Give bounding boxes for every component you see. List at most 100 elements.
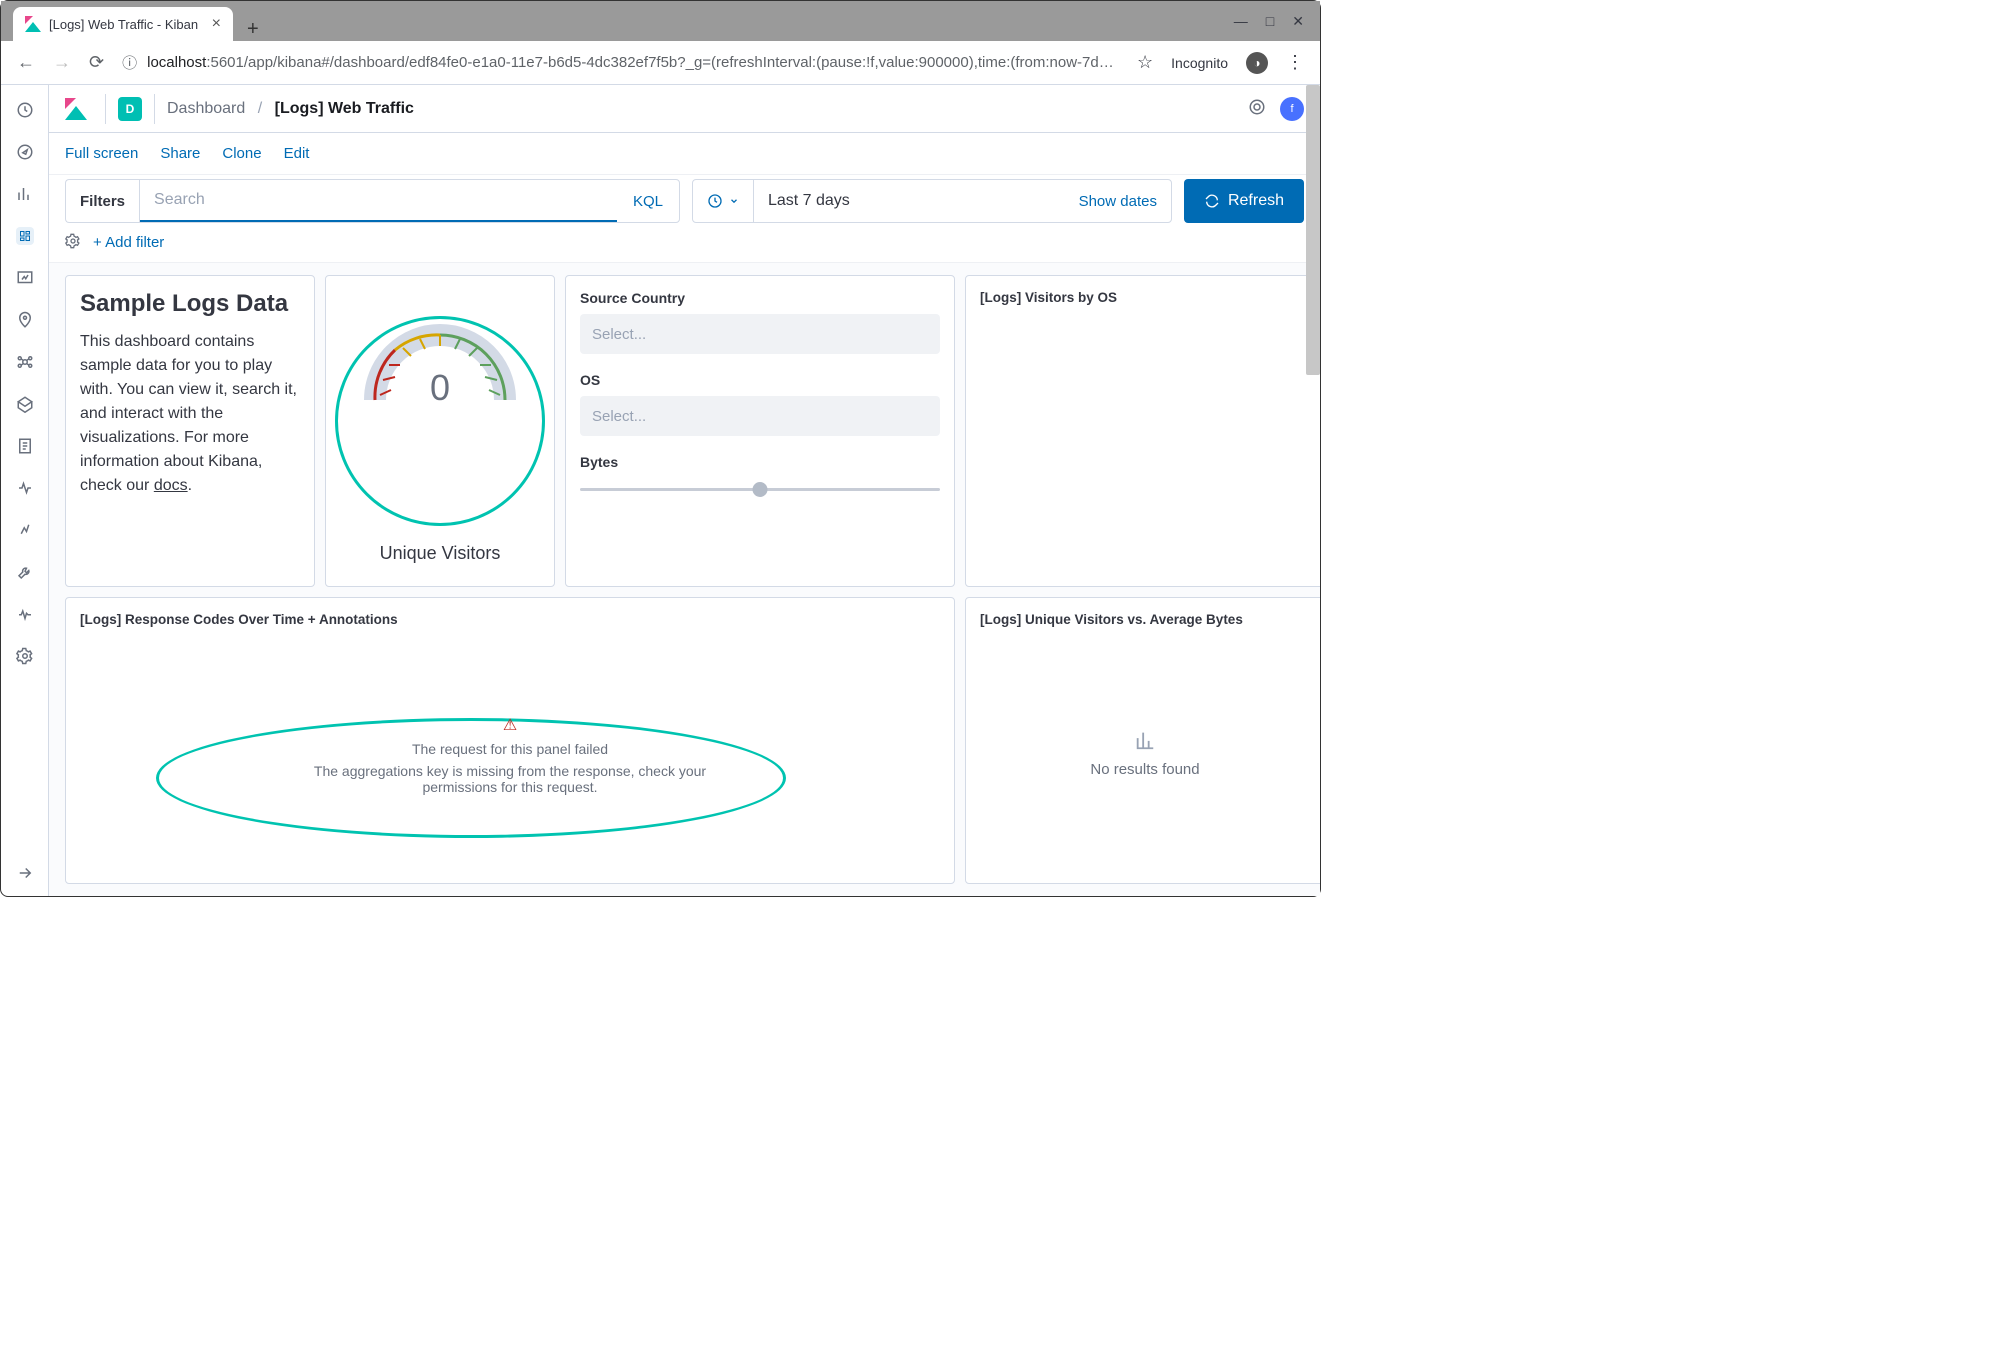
- no-results-text: No results found: [1090, 761, 1199, 778]
- nav-dashboard-icon[interactable]: [16, 227, 34, 245]
- chart-icon: [1134, 729, 1156, 751]
- annotation-circle: [335, 316, 545, 526]
- label-os: OS: [580, 372, 940, 388]
- kibana-favicon-icon: [25, 16, 41, 32]
- incognito-icon: ◑: [1246, 52, 1268, 74]
- nav-logs-icon[interactable]: [16, 437, 34, 455]
- gauge-label: Unique Visitors: [380, 543, 501, 564]
- label-source-country: Source Country: [580, 290, 940, 306]
- tab-strip: [Logs] Web Traffic - Kiban × + — □ ✕: [1, 1, 1320, 41]
- error-title: The request for this panel failed: [288, 741, 732, 757]
- error-message: ⚠ The request for this panel failed The …: [288, 715, 732, 795]
- search-input[interactable]: [140, 180, 617, 222]
- add-filter-button[interactable]: + Add filter: [93, 234, 164, 251]
- url-path: :5601/app/kibana#/dashboard/edf84fe0-e1a…: [206, 54, 1113, 71]
- docs-link[interactable]: docs: [154, 477, 188, 494]
- error-detail: The aggregations key is missing from the…: [288, 763, 732, 795]
- panel-visitors-by-os: [Logs] Visitors by OS: [965, 275, 1320, 587]
- show-dates-link[interactable]: Show dates: [1065, 193, 1171, 210]
- nav-management-icon[interactable]: [16, 647, 34, 665]
- news-feed-icon[interactable]: [1248, 98, 1266, 119]
- separator: [105, 94, 106, 124]
- query-bar: Filters KQL Last 7 days Show dates Refre…: [49, 179, 1320, 223]
- nav-maps-icon[interactable]: [16, 311, 34, 329]
- nav-uptime-icon[interactable]: [16, 521, 34, 539]
- browser-chrome: [Logs] Web Traffic - Kiban × + — □ ✕: [1, 1, 1320, 41]
- window-minimize-icon[interactable]: —: [1234, 13, 1248, 29]
- window-close-icon[interactable]: ✕: [1292, 13, 1304, 30]
- nav-forward-icon[interactable]: →: [53, 52, 71, 73]
- nav-infrastructure-icon[interactable]: [16, 395, 34, 413]
- user-avatar[interactable]: f: [1280, 97, 1304, 121]
- breadcrumb-sep: /: [258, 100, 262, 117]
- intro-title: Sample Logs Data: [80, 290, 300, 318]
- label-bytes: Bytes: [580, 454, 940, 470]
- nav-canvas-icon[interactable]: [16, 269, 34, 287]
- window-maximize-icon[interactable]: □: [1266, 13, 1274, 29]
- date-picker: Last 7 days Show dates: [692, 179, 1172, 223]
- nav-monitoring-icon[interactable]: [16, 605, 34, 623]
- nav-discover-icon[interactable]: [16, 143, 34, 161]
- panel-controls: Source Country Select... OS Select... By…: [565, 275, 955, 587]
- tab-title: [Logs] Web Traffic - Kiban: [49, 17, 198, 32]
- refresh-icon: [1204, 193, 1220, 209]
- filter-options-icon[interactable]: [65, 233, 81, 252]
- breadcrumb-root[interactable]: Dashboard: [167, 100, 245, 117]
- nav-ml-icon[interactable]: [16, 353, 34, 371]
- dashboard-toolbar: Full screen Share Clone Edit: [49, 133, 1320, 175]
- nav-back-icon[interactable]: ←: [17, 52, 35, 73]
- share-link[interactable]: Share: [160, 145, 200, 162]
- filters-button[interactable]: Filters: [65, 179, 139, 223]
- no-results: No results found: [980, 637, 1310, 869]
- panel-title: [Logs] Response Codes Over Time + Annota…: [80, 612, 940, 627]
- chevron-down-icon: [729, 196, 739, 206]
- warning-icon: ⚠: [288, 715, 732, 735]
- filter-bar: + Add filter: [49, 223, 1320, 263]
- bytes-slider[interactable]: [580, 488, 940, 491]
- site-info-icon[interactable]: ⓘ: [122, 52, 137, 73]
- panel-title: [Logs] Unique Visitors vs. Average Bytes: [980, 612, 1310, 627]
- panel-response-codes: [Logs] Response Codes Over Time + Annota…: [65, 597, 955, 884]
- date-range-label[interactable]: Last 7 days: [754, 192, 1065, 210]
- scrollbar[interactable]: [1306, 85, 1320, 375]
- slider-thumb[interactable]: [753, 482, 768, 497]
- url-host: localhost: [147, 54, 206, 71]
- nav-reload-icon[interactable]: ⟳: [89, 52, 104, 73]
- edit-link[interactable]: Edit: [284, 145, 310, 162]
- kql-toggle[interactable]: KQL: [617, 193, 679, 210]
- full-screen-link[interactable]: Full screen: [65, 145, 138, 162]
- select-os[interactable]: Select...: [580, 396, 940, 436]
- incognito-label: Incognito: [1171, 55, 1228, 71]
- refresh-button[interactable]: Refresh: [1184, 179, 1304, 223]
- bookmark-star-icon[interactable]: ☆: [1137, 52, 1153, 73]
- refresh-label: Refresh: [1228, 192, 1284, 210]
- header-bar: D Dashboard / [Logs] Web Traffic f: [49, 85, 1320, 133]
- quick-select-button[interactable]: [693, 180, 754, 222]
- nav-recent-icon[interactable]: [16, 101, 34, 119]
- nav-devtools-icon[interactable]: [16, 563, 34, 581]
- nav-visualize-icon[interactable]: [16, 185, 34, 203]
- browser-tab[interactable]: [Logs] Web Traffic - Kiban ×: [13, 7, 233, 41]
- browser-menu-icon[interactable]: ⋮: [1286, 52, 1304, 73]
- panel-intro: Sample Logs Data This dashboard contains…: [65, 275, 315, 587]
- space-selector[interactable]: D: [118, 97, 142, 121]
- panel-title: [Logs] Visitors by OS: [980, 290, 1310, 305]
- search-box: KQL: [139, 179, 680, 223]
- select-source-country[interactable]: Select...: [580, 314, 940, 354]
- side-nav: [1, 85, 49, 896]
- tab-close-icon[interactable]: ×: [212, 15, 221, 33]
- new-tab-button[interactable]: +: [233, 18, 273, 41]
- breadcrumb-current: [Logs] Web Traffic: [275, 100, 414, 117]
- dashboard-grid: Sample Logs Data This dashboard contains…: [49, 263, 1320, 896]
- panel-visitors-vs-bytes: [Logs] Unique Visitors vs. Average Bytes…: [965, 597, 1320, 884]
- panel-gauge: 0 Unique Visitors: [325, 275, 555, 587]
- breadcrumb: Dashboard / [Logs] Web Traffic: [167, 100, 414, 118]
- intro-body: This dashboard contains sample data for …: [80, 330, 300, 498]
- nav-expand-icon[interactable]: [16, 864, 34, 882]
- url-field[interactable]: ⓘ localhost:5601/app/kibana#/dashboard/e…: [122, 52, 1119, 73]
- separator: [154, 94, 155, 124]
- clone-link[interactable]: Clone: [222, 145, 261, 162]
- kibana-logo-icon[interactable]: [65, 98, 87, 120]
- nav-apm-icon[interactable]: [16, 479, 34, 497]
- window-controls: — □ ✕: [1234, 1, 1320, 41]
